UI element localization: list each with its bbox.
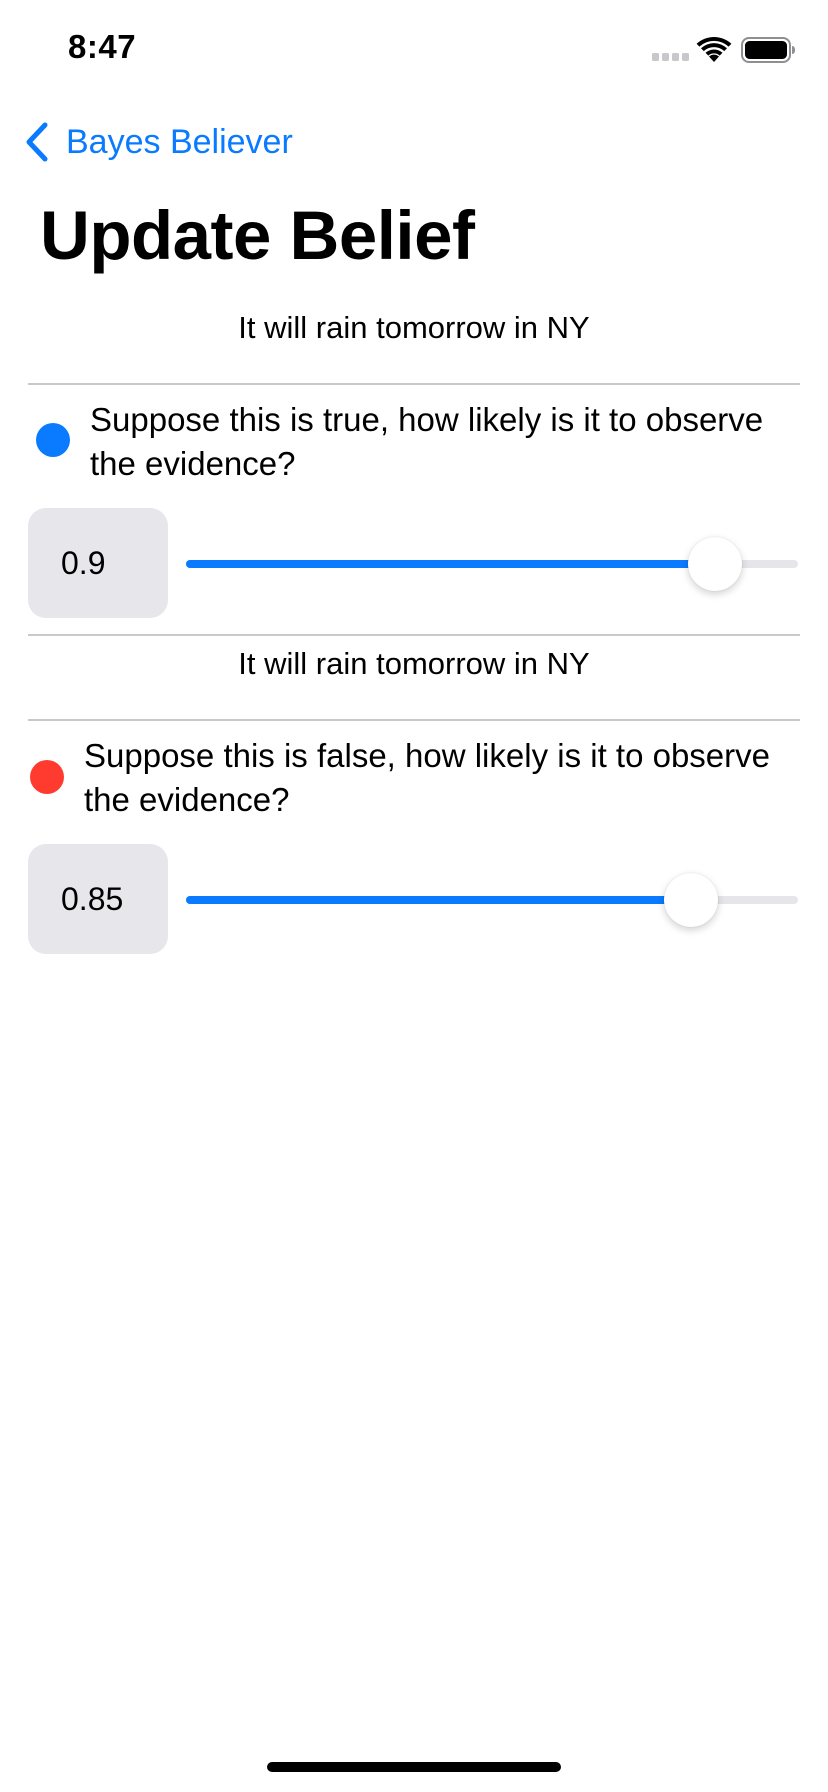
slider-fill xyxy=(186,560,715,568)
hypothesis-statement: It will rain tomorrow in NY xyxy=(238,310,590,345)
cellular-signal-icon xyxy=(652,53,689,61)
hypothesis-statement: It will rain tomorrow in NY xyxy=(238,646,590,681)
slider-thumb[interactable] xyxy=(664,873,718,927)
false-indicator-dot xyxy=(30,760,64,794)
page-title: Update Belief xyxy=(40,197,475,274)
likelihood-false-slider[interactable] xyxy=(186,873,798,927)
battery-icon xyxy=(741,37,795,63)
likelihood-false-value-field[interactable]: 0.85 xyxy=(28,844,168,954)
likelihood-true-slider[interactable] xyxy=(186,537,798,591)
chevron-left-icon xyxy=(26,122,48,162)
likelihood-true-question: Suppose this is true, how likely is it t… xyxy=(90,401,764,482)
slider-thumb[interactable] xyxy=(688,537,742,591)
slider-fill xyxy=(186,896,691,904)
home-indicator[interactable] xyxy=(267,1762,561,1772)
status-time: 8:47 xyxy=(68,28,137,65)
divider xyxy=(28,634,800,636)
likelihood-true-value-field[interactable]: 0.9 xyxy=(28,508,168,618)
back-button-label: Bayes Believer xyxy=(66,122,293,161)
divider xyxy=(28,719,800,721)
true-indicator-dot xyxy=(36,423,70,457)
divider xyxy=(28,383,800,385)
likelihood-false-question: Suppose this is false, how likely is it … xyxy=(84,737,770,818)
wifi-icon xyxy=(696,36,732,62)
back-button[interactable]: Bayes Believer xyxy=(24,118,293,166)
